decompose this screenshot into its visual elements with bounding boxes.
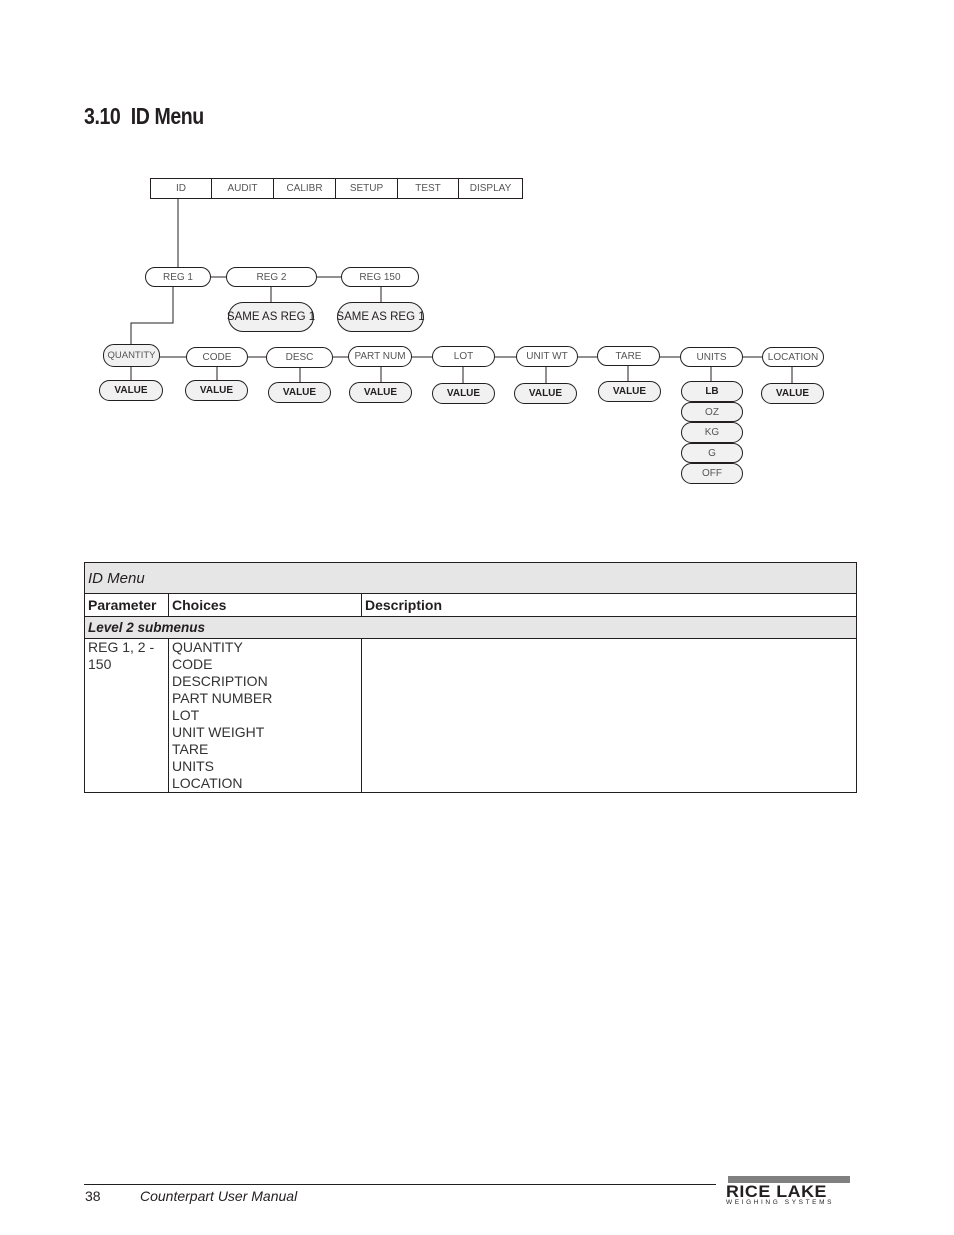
row-choices: QUANTITY CODE DESCRIPTION PART NUMBER LO… [168, 638, 362, 793]
table-header-row: Parameter Choices Description [84, 593, 857, 617]
node-reg2[interactable]: REG 2 [226, 267, 317, 287]
menu-id[interactable]: ID [151, 179, 212, 198]
node-units[interactable]: UNITS [680, 347, 743, 367]
row-parameter: REG 1, 2 - 150 [84, 638, 169, 793]
node-unit-wt[interactable]: UNIT WT [516, 346, 578, 367]
node-location[interactable]: LOCATION [762, 347, 824, 367]
units-option-kg[interactable]: KG [681, 422, 743, 443]
quantity-value[interactable]: VALUE [99, 380, 163, 401]
unit-wt-value[interactable]: VALUE [514, 383, 577, 404]
menu-audit[interactable]: AUDIT [212, 179, 274, 198]
desc-value[interactable]: VALUE [268, 382, 331, 403]
lot-value[interactable]: VALUE [432, 383, 495, 404]
choice-item: DESCRIPTION [172, 673, 268, 689]
node-reg150[interactable]: REG 150 [341, 267, 419, 287]
choice-item: PART NUMBER [172, 690, 273, 706]
menu-setup[interactable]: SETUP [336, 179, 398, 198]
node-quantity[interactable]: QUANTITY [103, 344, 160, 367]
units-option-g[interactable]: G [681, 443, 743, 463]
menu-display[interactable]: DISPLAY [459, 179, 522, 198]
manual-title: Counterpart User Manual [140, 1188, 298, 1204]
header-description: Description [361, 593, 857, 617]
footer-divider [84, 1184, 716, 1185]
page-number: 38 [85, 1188, 101, 1204]
menu-calibr[interactable]: CALIBR [274, 179, 336, 198]
node-code[interactable]: CODE [186, 347, 248, 367]
choice-item: UNIT WEIGHT [172, 724, 265, 740]
node-desc[interactable]: DESC [266, 347, 333, 368]
choice-item: CODE [172, 656, 213, 672]
row-description [361, 638, 857, 793]
header-parameter: Parameter [84, 593, 169, 617]
connector-reg1-quantity [130, 287, 174, 344]
header-choices: Choices [168, 593, 362, 617]
units-option-lb[interactable]: LB [681, 381, 743, 402]
choice-item: UNITS [172, 758, 214, 774]
node-reg1[interactable]: REG 1 [145, 267, 211, 287]
node-tare[interactable]: TARE [597, 346, 660, 366]
part-num-value[interactable]: VALUE [349, 382, 412, 403]
location-value[interactable]: VALUE [761, 383, 824, 404]
rice-lake-logo: RICE LAKE WEIGHING SYSTEMS [726, 1176, 850, 1206]
menu-test[interactable]: TEST [398, 179, 459, 198]
table-section-label: Level 2 submenus [84, 616, 857, 639]
units-option-oz[interactable]: OZ [681, 402, 743, 422]
node-lot[interactable]: LOT [432, 346, 495, 367]
node-reg150-same-as-reg1[interactable]: SAME AS REG 1 [336, 302, 425, 332]
choice-item: QUANTITY [172, 639, 243, 655]
logo-wordmark: RICE LAKE [726, 1182, 827, 1201]
table-row: REG 1, 2 - 150 QUANTITY CODE DESCRIPTION… [84, 638, 857, 793]
tare-value[interactable]: VALUE [598, 381, 661, 402]
node-reg2-same-as-reg1[interactable]: SAME AS REG 1 [227, 302, 315, 332]
code-value[interactable]: VALUE [185, 380, 248, 401]
node-part-num[interactable]: PART NUM [348, 346, 412, 367]
choice-item: TARE [172, 741, 209, 757]
menu-tree-connectors [130, 199, 793, 383]
top-menu-bar: ID AUDIT CALIBR SETUP TEST DISPLAY [150, 178, 523, 199]
units-option-off[interactable]: OFF [681, 463, 743, 484]
id-menu-table: ID Menu Parameter Choices Description Le… [84, 562, 857, 793]
choice-item: LOT [172, 707, 200, 723]
table-title: ID Menu [84, 562, 857, 594]
choice-item: LOCATION [172, 775, 243, 791]
